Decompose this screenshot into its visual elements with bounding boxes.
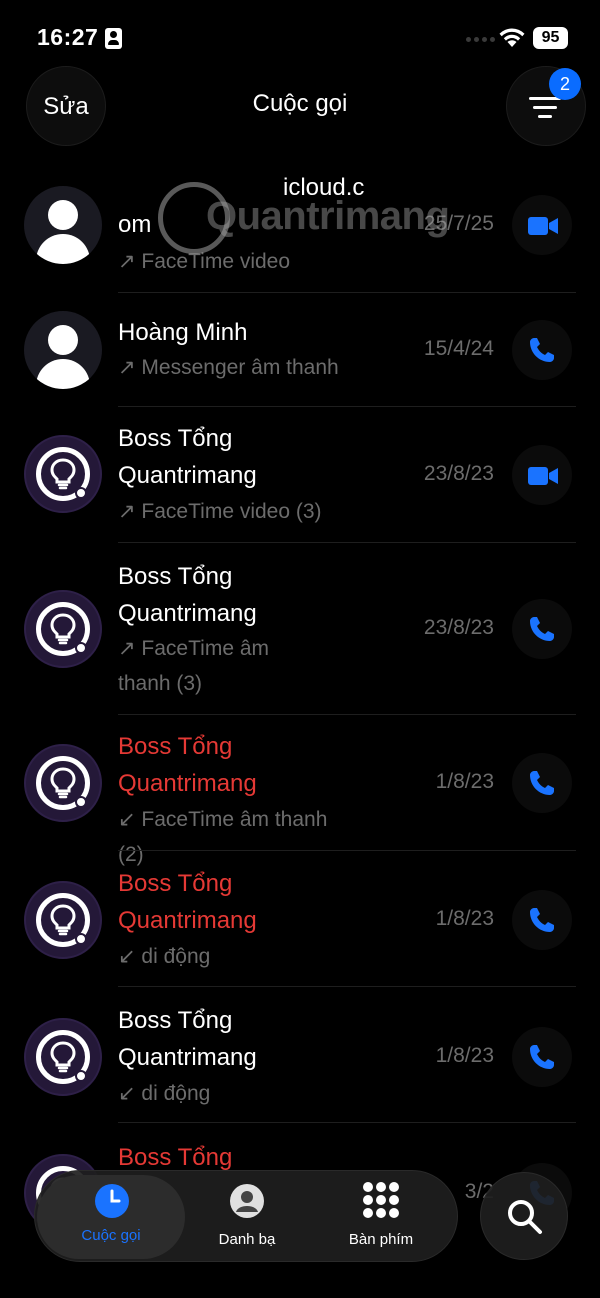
lightbulb-icon [49,457,77,496]
audio-call-button[interactable] [512,753,572,813]
contact-name: Boss Tổng Quantrimang [118,870,257,934]
tab-calls-label: Cuộc gọi [81,1227,141,1244]
call-detail: ↗ Messenger âm thanh [118,356,339,379]
audio-call-button[interactable] [512,1027,572,1087]
video-call-button[interactable] [512,195,572,255]
row-divider [118,986,576,987]
row-divider [118,850,576,851]
row-divider [118,292,576,293]
call-date: 1/8/23 [435,1044,494,1067]
lightbulb-icon [49,612,77,651]
cellular-signal-icon [466,37,495,42]
call-date: 23/8/23 [423,616,494,639]
lightbulb-icon [49,1040,77,1079]
contact-name: Boss Tổng Quantrimang [118,1007,257,1071]
call-date: 23/8/23 [423,462,494,485]
icloud-overlay-text: icloud.c [283,174,365,201]
call-date: 25/7/25 [423,212,494,235]
filter-count-badge: 2 [549,68,581,100]
tab-bar: Cuộc gọi Danh bạ Bàn phím [34,1170,458,1262]
video-call-button[interactable] [512,445,572,505]
row-divider [118,1122,576,1123]
audio-call-button[interactable] [512,320,572,380]
call-date: 1/8/23 [435,770,494,793]
tab-calls[interactable]: Cuộc gọi [37,1175,185,1259]
status-time: 16:27 [37,24,99,50]
call-date: 15/4/24 [423,337,494,360]
call-detail: ↗ FaceTime video (3) [118,500,322,523]
contact-avatar-logo [24,881,102,959]
contact-avatar-logo [24,435,102,513]
contact-name: Boss Tổng Quantrimang [118,425,257,489]
contact-avatar-logo [24,744,102,822]
tab-keypad-label: Bàn phím [348,1231,414,1248]
contact-avatar-placeholder [24,311,102,389]
row-divider [118,714,576,715]
contact-avatar-logo [24,590,102,668]
lightbulb-icon [49,766,77,805]
status-bar: 16:27 95 [0,0,600,76]
person-circle-icon [230,1184,264,1218]
row-divider [118,406,576,407]
lightbulb-icon [49,903,77,942]
clock-icon [95,1184,129,1218]
contact-name: Hoàng Minh [118,319,248,346]
contact-name: Boss Tổng Quantrimang [118,733,257,797]
filter-icon [529,97,561,124]
contact-card-icon [105,28,122,49]
contact-avatar-logo [24,1018,102,1096]
audio-call-button[interactable] [512,599,572,659]
call-detail: ↗ FaceTime âm thanh (3) [118,637,270,695]
contact-name: Boss Tổng Quantrimang [118,563,257,627]
battery-indicator: 95 [533,27,568,49]
tab-contacts[interactable]: Danh bạ [185,1171,309,1263]
wifi-icon [499,28,525,47]
row-divider [118,542,576,543]
call-detail: ↙ FaceTime âm thanh (2) [118,808,328,866]
search-icon [508,1200,542,1234]
keypad-icon [363,1182,399,1218]
call-detail: ↙ di động [118,945,211,968]
home-indicator [0,1282,600,1298]
search-button[interactable] [480,1172,568,1260]
call-detail: ↙ di động [118,1082,211,1105]
tab-contacts-label: Danh bạ [218,1231,276,1248]
audio-call-button[interactable] [512,890,572,950]
contact-avatar-placeholder [24,186,102,264]
call-date: 1/8/23 [435,907,494,930]
call-detail: ↗ FaceTime video [118,250,291,273]
contact-name: om [118,211,152,238]
tab-keypad[interactable]: Bàn phím [315,1171,447,1263]
